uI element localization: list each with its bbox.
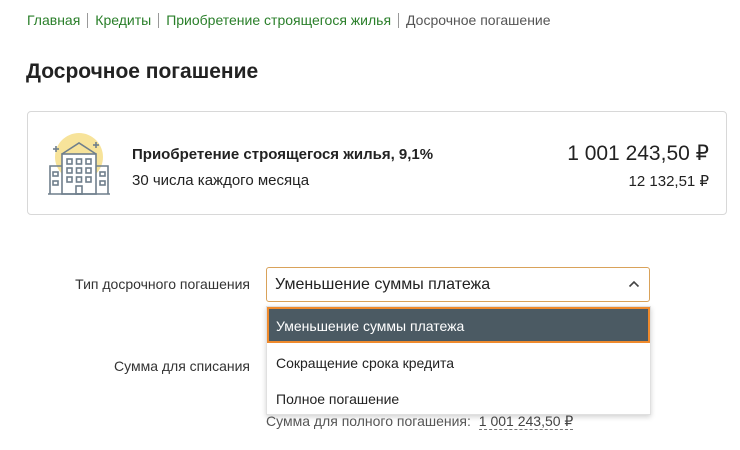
breadcrumb-loan[interactable]: Приобретение строящегося жилья <box>166 12 391 28</box>
breadcrumb-current: Досрочное погашение <box>406 12 551 28</box>
loan-name: Приобретение строящегося жилья, 9,1% <box>132 146 434 163</box>
full-repayment-label: Сумма для полного погашения: <box>266 413 471 429</box>
loan-balance: 1 001 243,50 ₽ <box>567 142 709 165</box>
chevron-up-icon <box>628 280 640 288</box>
breadcrumb-separator <box>87 12 89 28</box>
option-label: Уменьшение суммы платежа <box>276 318 465 334</box>
breadcrumb-home[interactable]: Главная <box>27 12 80 28</box>
option-full-repayment[interactable]: Полное погашение <box>267 380 650 416</box>
repayment-type-dropdown: Уменьшение суммы платежа Сокращение срок… <box>266 306 651 415</box>
breadcrumb: Главная Кредиты Приобретение строящегося… <box>27 12 551 28</box>
loan-monthly-payment: 12 132,51 ₽ <box>628 173 709 190</box>
option-reduce-term[interactable]: Сокращение срока кредита <box>267 344 650 380</box>
full-repayment-value-link[interactable]: 1 001 243,50 ₽ <box>478 413 574 430</box>
building-icon <box>48 133 110 195</box>
repayment-type-select[interactable]: Уменьшение суммы платежа <box>266 267 650 302</box>
loan-card[interactable]: Приобретение строящегося жилья, 9,1% 30 … <box>27 111 727 215</box>
option-reduce-payment[interactable]: Уменьшение суммы платежа <box>267 307 650 343</box>
repayment-type-value: Уменьшение суммы платежа <box>275 276 491 293</box>
full-repayment-amount: Сумма для полного погашения: 1 001 243,5… <box>266 413 574 430</box>
option-label: Полное погашение <box>276 391 400 407</box>
breadcrumb-credits[interactable]: Кредиты <box>95 12 151 28</box>
page-title: Досрочное погашение <box>26 60 259 83</box>
amount-label: Сумма для списания <box>113 358 250 374</box>
repayment-type-label: Тип досрочного погашения <box>75 276 250 292</box>
breadcrumb-separator <box>158 12 160 28</box>
loan-payment-day: 30 числа каждого месяца <box>132 172 310 189</box>
breadcrumb-separator <box>398 12 400 28</box>
option-label: Сокращение срока кредита <box>276 355 455 371</box>
